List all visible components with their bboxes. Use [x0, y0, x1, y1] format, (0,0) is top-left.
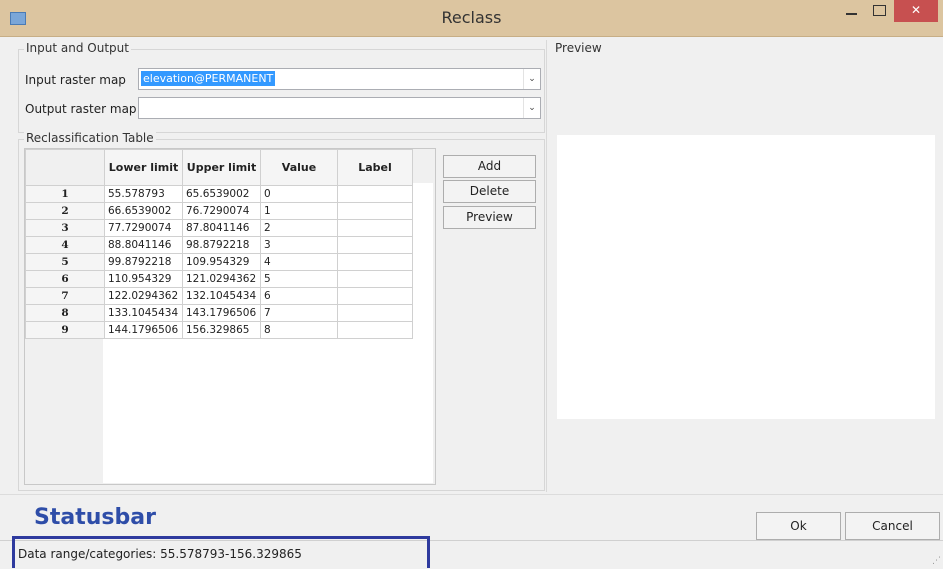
cell-value[interactable]: 1 [260, 202, 338, 220]
row-number[interactable]: 5 [25, 253, 105, 271]
column-header-label[interactable]: Label [337, 149, 413, 186]
cell-upper-limit[interactable]: 109.954329 [182, 253, 261, 271]
cell-label[interactable] [337, 287, 413, 305]
cell-upper-limit[interactable]: 87.8041146 [182, 219, 261, 237]
cell-lower-limit[interactable]: 110.954329 [104, 270, 183, 288]
column-header-upper[interactable]: Upper limit [182, 149, 261, 186]
row-number[interactable]: 1 [25, 185, 105, 203]
reclass-table-area: Lower limit Upper limit Value Label 1 55.… [24, 148, 436, 485]
cell-label[interactable] [337, 321, 413, 339]
cell-upper-limit[interactable]: 156.329865 [182, 321, 261, 339]
resize-grip-icon[interactable]: ⋰ [932, 556, 941, 566]
chevron-down-icon[interactable]: ⌄ [523, 69, 540, 89]
column-header-value[interactable]: Value [260, 149, 338, 186]
table-row[interactable]: 3 77.7290074 87.8041146 2 [25, 219, 413, 237]
cell-lower-limit[interactable]: 66.6539002 [104, 202, 183, 220]
close-button[interactable]: ✕ [894, 0, 938, 22]
column-header-lower[interactable]: Lower limit [104, 149, 183, 186]
preview-canvas [557, 135, 935, 419]
cell-upper-limit[interactable]: 121.0294362 [182, 270, 261, 288]
cell-label[interactable] [337, 236, 413, 254]
preview-group-label: Preview [555, 41, 602, 55]
cell-upper-limit[interactable]: 132.1045434 [182, 287, 261, 305]
table-row[interactable]: 7 122.0294362 132.1045434 6 [25, 287, 413, 305]
cell-lower-limit[interactable]: 55.578793 [104, 185, 183, 203]
row-number[interactable]: 3 [25, 219, 105, 237]
cell-lower-limit[interactable]: 99.8792218 [104, 253, 183, 271]
pane-divider[interactable] [546, 40, 547, 492]
cell-lower-limit[interactable]: 77.7290074 [104, 219, 183, 237]
input-raster-value[interactable]: elevation@PERMANENT [141, 71, 276, 86]
cell-upper-limit[interactable]: 76.7290074 [182, 202, 261, 220]
cell-label[interactable] [337, 270, 413, 288]
ok-button[interactable]: Ok [756, 512, 841, 540]
row-number[interactable]: 6 [25, 270, 105, 288]
cell-value[interactable]: 4 [260, 253, 338, 271]
cell-lower-limit[interactable]: 144.1796506 [104, 321, 183, 339]
minimize-icon [845, 13, 857, 15]
cell-label[interactable] [337, 219, 413, 237]
chevron-down-icon[interactable]: ⌄ [523, 98, 540, 118]
statusbar-text: Data range/categories: 55.578793-156.329… [18, 547, 302, 561]
cell-value[interactable]: 8 [260, 321, 338, 339]
maximize-button[interactable] [866, 0, 892, 22]
input-raster-label: Input raster map [25, 73, 126, 87]
cancel-button[interactable]: Cancel [845, 512, 940, 540]
cell-lower-limit[interactable]: 122.0294362 [104, 287, 183, 305]
cell-value[interactable]: 3 [260, 236, 338, 254]
table-row[interactable]: 4 88.8041146 98.8792218 3 [25, 236, 413, 254]
input-raster-combo[interactable]: elevation@PERMANENT ⌄ [138, 68, 541, 90]
table-row[interactable]: 6 110.954329 121.0294362 5 [25, 270, 413, 288]
cell-label[interactable] [337, 185, 413, 203]
add-button[interactable]: Add [443, 155, 536, 178]
table-row[interactable]: 2 66.6539002 76.7290074 1 [25, 202, 413, 220]
cell-label[interactable] [337, 253, 413, 271]
reclass-group-label: Reclassification Table [24, 131, 156, 145]
cell-lower-limit[interactable]: 88.8041146 [104, 236, 183, 254]
cell-upper-limit[interactable]: 143.1796506 [182, 304, 261, 322]
cell-value[interactable]: 0 [260, 185, 338, 203]
table-row[interactable]: 9 144.1796506 156.329865 8 [25, 321, 413, 339]
cell-value[interactable]: 5 [260, 270, 338, 288]
window-title: Reclass [441, 8, 502, 27]
table-row[interactable]: 8 133.1045434 143.1796506 7 [25, 304, 413, 322]
row-number[interactable]: 2 [25, 202, 105, 220]
delete-button[interactable]: Delete [443, 180, 536, 203]
preview-button[interactable]: Preview [443, 206, 536, 229]
minimize-button[interactable] [838, 0, 864, 22]
output-raster-label: Output raster map [25, 102, 137, 116]
reclass-table[interactable]: Lower limit Upper limit Value Label 1 55.… [25, 149, 413, 339]
row-number[interactable]: 7 [25, 287, 105, 305]
cell-upper-limit[interactable]: 65.6539002 [182, 185, 261, 203]
row-number[interactable]: 8 [25, 304, 105, 322]
title-bar: Reclass ✕ [0, 0, 943, 37]
cell-lower-limit[interactable]: 133.1045434 [104, 304, 183, 322]
row-number[interactable]: 4 [25, 236, 105, 254]
cell-value[interactable]: 6 [260, 287, 338, 305]
io-group-label: Input and Output [24, 41, 131, 55]
cell-value[interactable]: 7 [260, 304, 338, 322]
statusbar-annotation: Statusbar [34, 505, 156, 530]
cell-label[interactable] [337, 202, 413, 220]
io-groupbox [18, 49, 545, 133]
cell-upper-limit[interactable]: 98.8792218 [182, 236, 261, 254]
corner-header [25, 149, 105, 186]
table-row[interactable]: 5 99.8792218 109.954329 4 [25, 253, 413, 271]
output-raster-combo[interactable]: ⌄ [138, 97, 541, 119]
cell-label[interactable] [337, 304, 413, 322]
table-row[interactable]: 1 55.578793 65.6539002 0 [25, 185, 413, 203]
close-icon: ✕ [910, 3, 922, 17]
maximize-icon [872, 5, 886, 16]
cell-value[interactable]: 2 [260, 219, 338, 237]
row-number[interactable]: 9 [25, 321, 105, 339]
